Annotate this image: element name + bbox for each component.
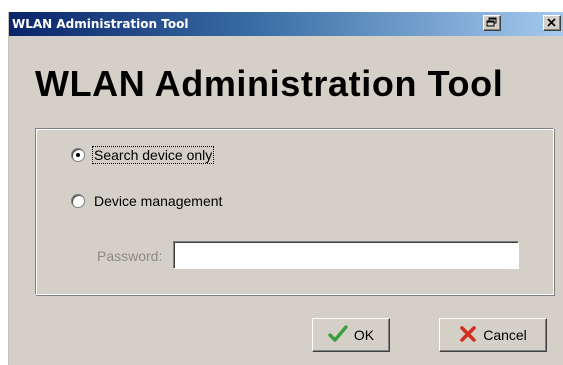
radio-device-management[interactable]: Device management	[71, 193, 223, 209]
window-title: WLAN Administration Tool	[12, 17, 189, 31]
checkmark-icon	[328, 324, 348, 346]
password-field[interactable]	[173, 241, 519, 269]
ok-button-label: OK	[353, 327, 375, 343]
password-label: Password:	[97, 248, 163, 264]
radio-button-selected[interactable]	[71, 148, 85, 162]
dialog-window: WLAN Administration Tool WLAN Administra…	[8, 12, 563, 365]
radio-button-unselected[interactable]	[71, 194, 85, 208]
ok-button[interactable]: OK	[312, 318, 390, 352]
title-bar[interactable]: WLAN Administration Tool	[9, 12, 563, 36]
radio-search-device-only[interactable]: Search device only	[71, 146, 215, 164]
radio-label-management[interactable]: Device management	[93, 193, 223, 209]
close-button[interactable]	[543, 15, 561, 31]
x-mark-icon	[459, 325, 477, 346]
radio-dot	[76, 153, 80, 157]
main-heading: WLAN Administration Tool	[35, 63, 504, 104]
cancel-button[interactable]: Cancel	[439, 318, 547, 352]
radio-label-search-only[interactable]: Search device only	[91, 146, 215, 164]
restore-button[interactable]	[483, 15, 501, 31]
cancel-button-label: Cancel	[483, 327, 527, 343]
